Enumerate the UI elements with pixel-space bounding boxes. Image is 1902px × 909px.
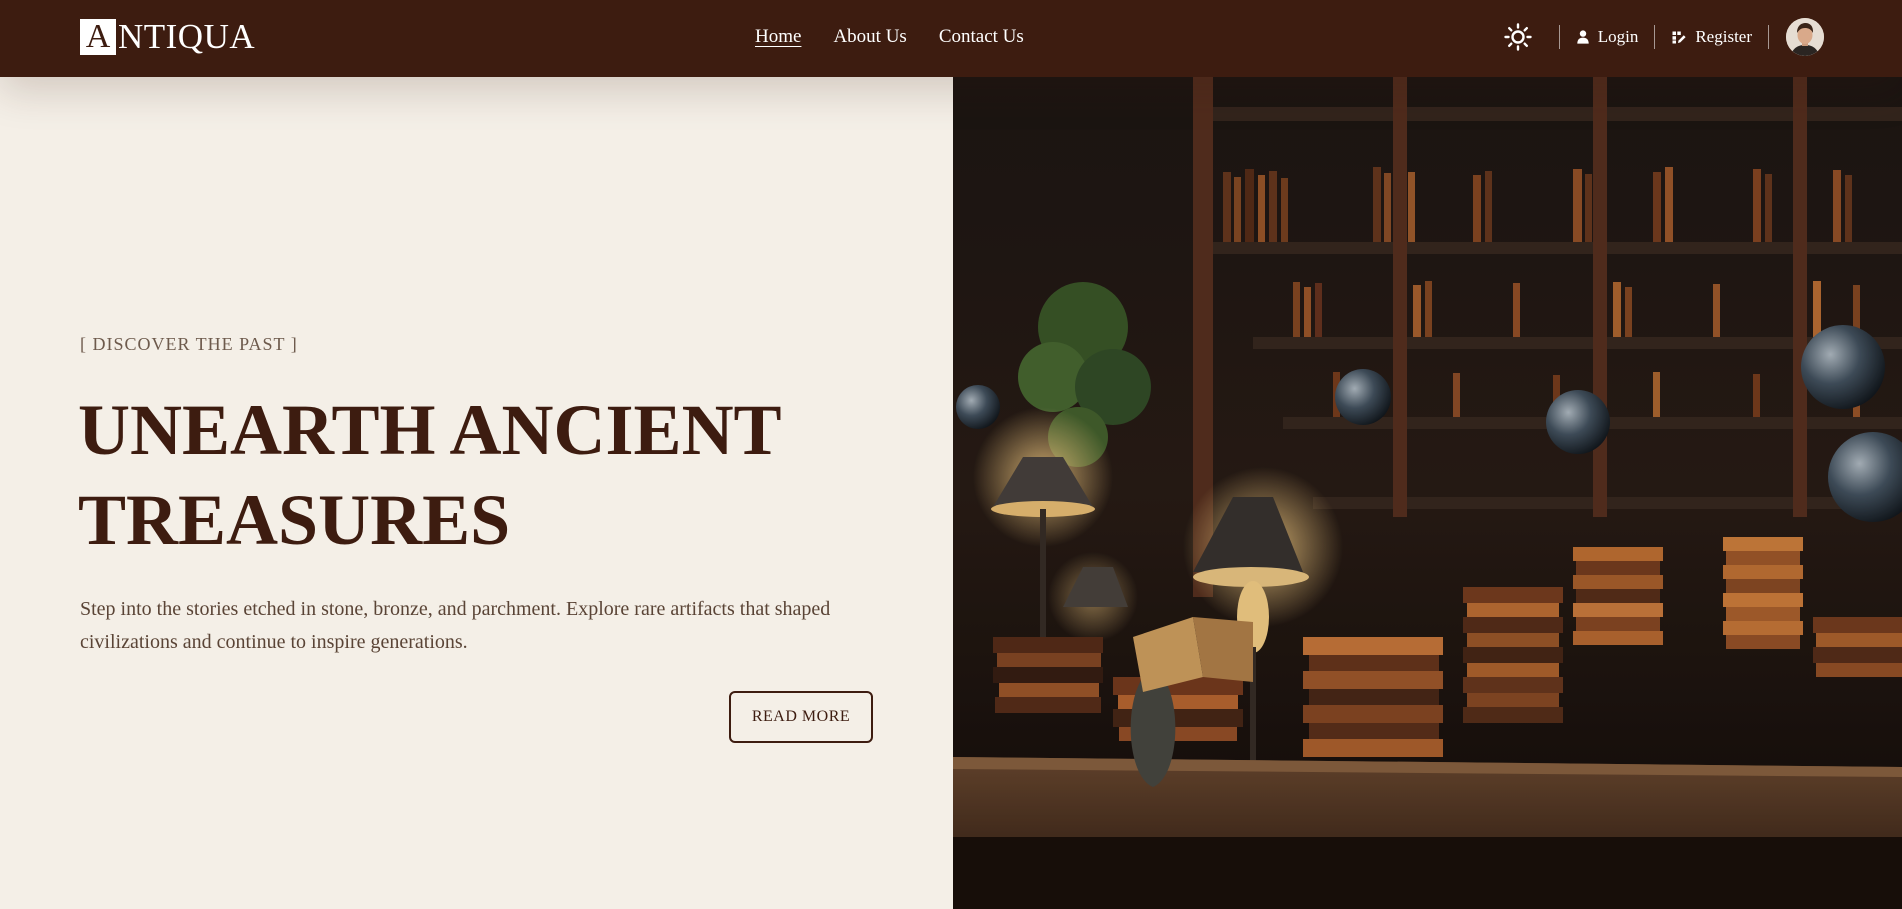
header-divider bbox=[1768, 25, 1769, 49]
sun-icon bbox=[1504, 23, 1532, 51]
header-actions: Login Register bbox=[1503, 18, 1824, 56]
nav-home[interactable]: Home bbox=[755, 24, 801, 50]
nav-contact-us[interactable]: Contact Us bbox=[939, 24, 1024, 50]
hero-eyebrow: [ DISCOVER THE PAST ] bbox=[80, 334, 298, 354]
login-label: Login bbox=[1597, 27, 1639, 46]
logo-initial: A bbox=[80, 19, 116, 55]
site-header: A NTIQUA Home About Us Contact Us Login … bbox=[0, 0, 1902, 77]
hero-image bbox=[953, 77, 1902, 909]
login-link[interactable]: Login bbox=[1560, 27, 1655, 47]
library-illustration bbox=[953, 77, 1902, 909]
hero-headline: UNEARTH ANCIENT TREASURES bbox=[78, 385, 898, 565]
register-label: Register bbox=[1695, 27, 1752, 46]
nav-about-us[interactable]: About Us bbox=[833, 24, 906, 50]
register-icon bbox=[1672, 31, 1686, 44]
read-more-button[interactable]: READ MORE bbox=[729, 691, 873, 743]
main-nav: Home About Us Contact Us bbox=[755, 24, 1024, 50]
brand-logo[interactable]: A NTIQUA bbox=[80, 19, 255, 55]
avatar[interactable] bbox=[1786, 18, 1824, 56]
headline-line-2: TREASURES bbox=[78, 480, 511, 560]
register-link[interactable]: Register bbox=[1655, 27, 1768, 47]
user-icon bbox=[1577, 30, 1589, 44]
logo-wordmark: NTIQUA bbox=[118, 17, 256, 56]
hero-description: Step into the stories etched in stone, b… bbox=[80, 598, 831, 653]
theme-toggle-button[interactable] bbox=[1503, 22, 1533, 52]
headline-line-1: UNEARTH ANCIENT bbox=[78, 390, 782, 470]
